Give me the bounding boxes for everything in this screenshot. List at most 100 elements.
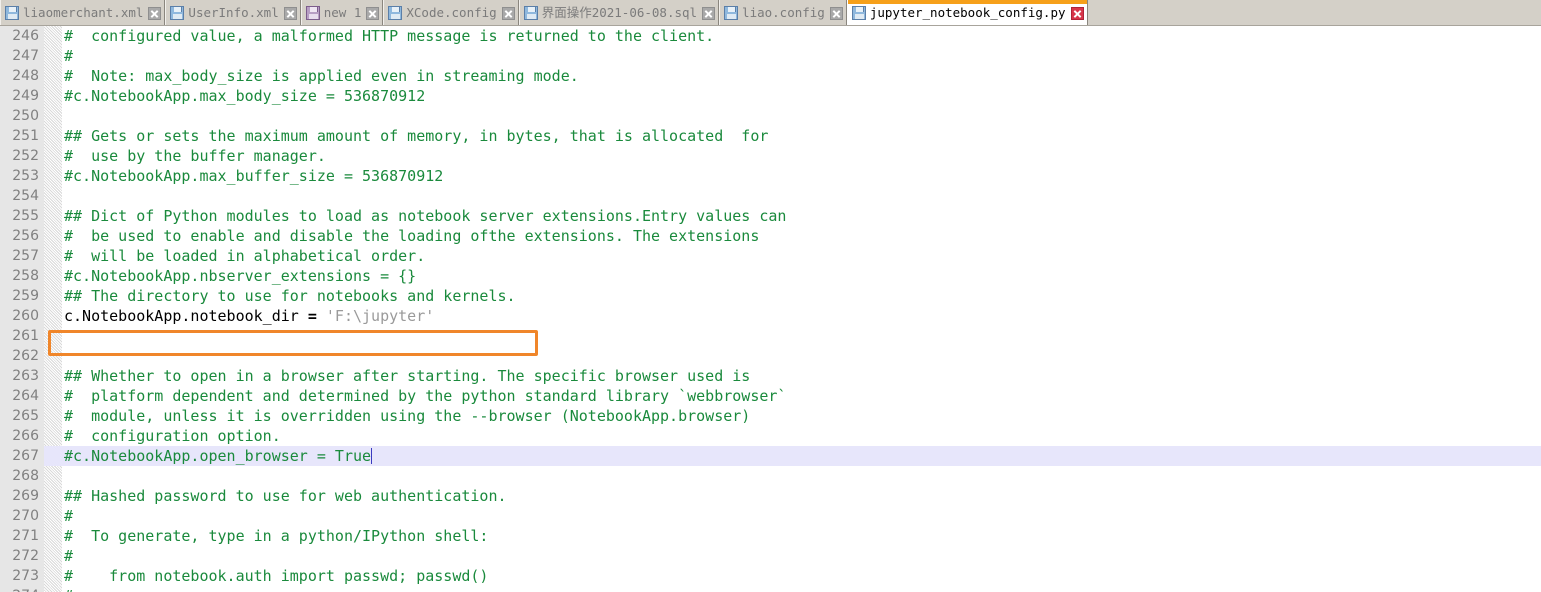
code-line[interactable]: 268	[0, 466, 1541, 486]
code-text: # will be loaded in alphabetical order.	[62, 246, 1541, 266]
comment-text: ## The directory to use for notebooks an…	[64, 287, 516, 305]
code-line[interactable]: 269 ## Hashed password to use for web aut…	[0, 486, 1541, 506]
comment-text: #	[64, 587, 73, 592]
tab-item-1[interactable]: UserInfo.xml	[165, 0, 301, 25]
comment-text: #	[64, 47, 74, 65]
close-icon[interactable]	[702, 6, 716, 20]
code-line[interactable]: 260 c.NotebookApp.notebook_dir = 'F:\jupy…	[0, 306, 1541, 326]
fold-margin	[44, 546, 62, 566]
tab-label: jupyter_notebook_config.py	[869, 5, 1066, 20]
code-line[interactable]: 254	[0, 186, 1541, 206]
code-operator: =	[298, 307, 326, 325]
line-number: 249	[0, 86, 44, 106]
code-line[interactable]: 270 #	[0, 506, 1541, 526]
code-text: # module, unless it is overridden using …	[62, 406, 1541, 426]
code-text: ## Gets or sets the maximum amount of me…	[62, 126, 1541, 146]
code-line[interactable]: 249 #c.NotebookApp.max_body_size = 536870…	[0, 86, 1541, 106]
code-string-literal: 'F:\jupyter'	[325, 307, 435, 325]
code-line[interactable]: 248 # Note: max_body_size is applied even…	[0, 66, 1541, 86]
code-line[interactable]: 257 # will be loaded in alphabetical orde…	[0, 246, 1541, 266]
line-number: 272	[0, 546, 44, 566]
line-number: 252	[0, 146, 44, 166]
fold-margin	[44, 346, 62, 366]
fold-margin	[44, 466, 62, 486]
line-number: 265	[0, 406, 44, 426]
fold-margin	[44, 386, 62, 406]
tab-item-4[interactable]: 界面操作2021-06-08.sql	[518, 0, 720, 25]
tab-item-5[interactable]: liao.config	[719, 0, 847, 25]
line-number: 254	[0, 186, 44, 206]
code-line[interactable]: 258 #c.NotebookApp.nbserver_extensions = …	[0, 266, 1541, 286]
tab-active-6[interactable]: jupyter_notebook_config.py	[846, 0, 1088, 25]
save-floppy-icon	[305, 6, 320, 20]
code-line[interactable]: 267 #c.NotebookApp.open_browser = True	[0, 446, 1541, 466]
code-line[interactable]: 250	[0, 106, 1541, 126]
code-editor[interactable]: 246 # configured value, a malformed HTTP …	[0, 26, 1541, 592]
code-text: #c.NotebookApp.max_buffer_size = 5368709…	[62, 166, 1541, 186]
line-number: 256	[0, 226, 44, 246]
code-text: # use by the buffer manager.	[62, 146, 1541, 166]
code-text: #	[62, 546, 1541, 566]
code-line[interactable]: 246 # configured value, a malformed HTTP …	[0, 26, 1541, 46]
code-line[interactable]: 251 ## Gets or sets the maximum amount of…	[0, 126, 1541, 146]
code-line[interactable]: 253 #c.NotebookApp.max_buffer_size = 5368…	[0, 166, 1541, 186]
code-line[interactable]: 261	[0, 326, 1541, 346]
code-line[interactable]: 262	[0, 346, 1541, 366]
close-icon[interactable]	[283, 6, 297, 20]
line-number: 261	[0, 326, 44, 346]
code-line[interactable]: 271 # To generate, type in a python/IPyth…	[0, 526, 1541, 546]
fold-margin	[44, 186, 62, 206]
code-line[interactable]: 247 #	[0, 46, 1541, 66]
code-line[interactable]: 274 #	[0, 586, 1541, 592]
code-line[interactable]: 252 # use by the buffer manager.	[0, 146, 1541, 166]
comment-text: ## Whether to open in a browser after st…	[64, 367, 751, 385]
code-line[interactable]: 259 ## The directory to use for notebooks…	[0, 286, 1541, 306]
line-number: 264	[0, 386, 44, 406]
comment-text: # configured value, a malformed HTTP mes…	[64, 27, 715, 45]
code-line[interactable]: 255 ## Dict of Python modules to load as …	[0, 206, 1541, 226]
code-text: #c.NotebookApp.nbserver_extensions = {}	[62, 266, 1541, 286]
fold-margin	[44, 206, 62, 226]
code-text: ## Hashed password to use for web authen…	[62, 486, 1541, 506]
line-number: 247	[0, 46, 44, 66]
fold-margin	[44, 86, 62, 106]
fold-margin	[44, 506, 62, 526]
line-number: 273	[0, 566, 44, 586]
comment-text: # module, unless it is overridden using …	[64, 407, 751, 425]
line-number: 267	[0, 446, 44, 466]
comment-text: # be used to enable and disable the load…	[64, 227, 760, 245]
code-line[interactable]: 264 # platform dependent and determined b…	[0, 386, 1541, 406]
code-line[interactable]: 256 # be used to enable and disable the l…	[0, 226, 1541, 246]
code-line[interactable]: 272 #	[0, 546, 1541, 566]
comment-text: #c.NotebookApp.max_buffer_size = 5368709…	[64, 167, 444, 185]
tab-bar: liaomerchant.xml UserInfo.xml new 1 XCode.c…	[0, 0, 1541, 26]
fold-margin	[44, 586, 62, 592]
code-text: ## Dict of Python modules to load as not…	[62, 206, 1541, 226]
tab-item-3[interactable]: XCode.config	[383, 0, 519, 25]
code-text: ## Whether to open in a browser after st…	[62, 366, 1541, 386]
code-line[interactable]: 263 ## Whether to open in a browser after…	[0, 366, 1541, 386]
save-floppy-icon	[5, 6, 19, 20]
comment-text: # use by the buffer manager.	[64, 147, 326, 165]
close-icon[interactable]	[1070, 6, 1084, 20]
close-icon[interactable]	[501, 6, 515, 20]
close-icon[interactable]	[366, 6, 380, 20]
tab-item-2[interactable]: new 1	[300, 0, 384, 25]
code-line[interactable]: 266 # configuration option.	[0, 426, 1541, 446]
fold-margin	[44, 246, 62, 266]
code-text: # Note: max_body_size is applied even in…	[62, 66, 1541, 86]
comment-text: #c.NotebookApp.nbserver_extensions = {}	[64, 267, 417, 285]
fold-margin	[44, 306, 62, 326]
code-line[interactable]: 265 # module, unless it is overridden usi…	[0, 406, 1541, 426]
close-icon[interactable]	[829, 6, 843, 20]
tab-item-0[interactable]: liaomerchant.xml	[0, 0, 166, 25]
fold-margin	[44, 366, 62, 386]
tab-label: UserInfo.xml	[188, 5, 279, 20]
code-line[interactable]: 273 # from notebook.auth import passwd; p…	[0, 566, 1541, 586]
code-lines: 246 # configured value, a malformed HTTP …	[0, 26, 1541, 592]
close-icon[interactable]	[148, 6, 162, 20]
